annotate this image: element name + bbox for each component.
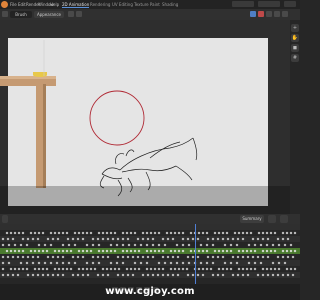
table-leg-shadow xyxy=(43,84,46,188)
camera-icon[interactable]: ◼ xyxy=(291,44,299,52)
table-top-highlight xyxy=(0,76,56,79)
mug-body xyxy=(33,72,47,75)
app-logo-icon[interactable] xyxy=(1,1,8,8)
top-menu-bar: File Edit Render Window Help 2D Animatio… xyxy=(0,0,300,9)
timeline-editor-icon[interactable] xyxy=(2,215,8,223)
playhead[interactable] xyxy=(195,224,196,284)
watermark-text: www.cgjoy.com xyxy=(105,286,195,297)
grid-icon[interactable]: # xyxy=(291,54,299,62)
timeline-options-icon[interactable] xyxy=(280,215,288,223)
ball-outline xyxy=(89,90,145,146)
pan-icon[interactable]: ✋ xyxy=(291,34,299,42)
overlay-icon[interactable] xyxy=(250,11,256,17)
workspace-tab-rendering[interactable]: Rendering xyxy=(90,0,110,9)
menu-edit[interactable]: Edit xyxy=(18,0,26,9)
workspace-tab-uv-editing[interactable]: UV Editing xyxy=(112,0,133,9)
viewport-navigation-gizmo: + ✋ ◼ # xyxy=(290,20,300,214)
shading-render-icon[interactable] xyxy=(282,11,288,17)
workspace-tab-texture-paint[interactable]: Texture Paint xyxy=(134,0,160,9)
viewport[interactable] xyxy=(0,20,290,214)
outside-camera-shade xyxy=(0,186,290,214)
workspace-tab-shading[interactable]: Shading xyxy=(162,0,178,9)
dopesheet[interactable] xyxy=(0,224,300,284)
menu-help[interactable]: Help xyxy=(50,0,59,9)
brush-icon[interactable] xyxy=(68,11,74,17)
record-icon[interactable] xyxy=(258,11,264,17)
viewport-header: Brush Appearance xyxy=(0,9,300,20)
workspace-tab-2d-animation[interactable]: 2D Animation xyxy=(62,0,90,9)
timeline-summary-dropdown[interactable]: Summary xyxy=(240,215,264,223)
stroke-icon[interactable] xyxy=(76,11,82,17)
window-controls[interactable] xyxy=(284,1,296,7)
timeline-filter-icon[interactable] xyxy=(268,215,276,223)
shading-material-icon[interactable] xyxy=(274,11,280,17)
menu-file[interactable]: File xyxy=(10,0,17,9)
zoom-icon[interactable]: + xyxy=(291,24,299,32)
drawing-layer xyxy=(0,40,198,197)
view-layer-selector[interactable] xyxy=(258,1,280,7)
shading-solid-icon[interactable] xyxy=(266,11,272,17)
timeline-header: Summary xyxy=(0,214,300,224)
mode-dropdown[interactable]: Brush xyxy=(10,11,32,18)
appearance-dropdown[interactable]: Appearance xyxy=(34,11,64,18)
editor-type-icon[interactable] xyxy=(2,11,8,17)
scene-selector[interactable] xyxy=(232,1,254,7)
